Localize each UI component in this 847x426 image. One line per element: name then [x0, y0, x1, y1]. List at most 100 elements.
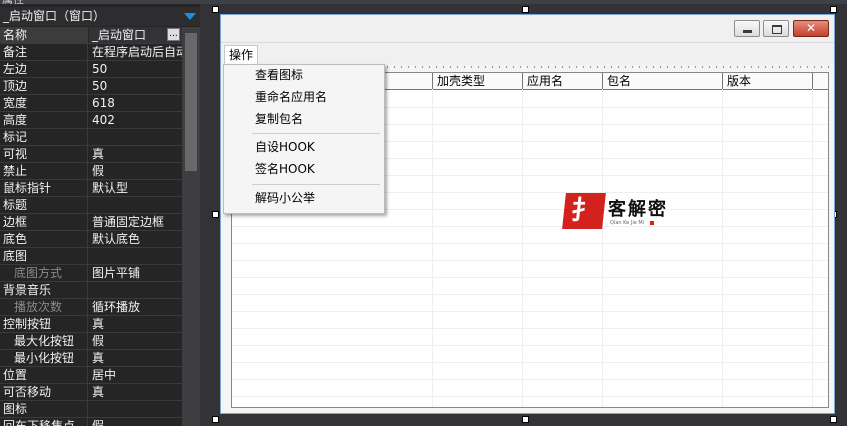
minimize-button[interactable]: [734, 20, 760, 37]
property-row[interactable]: 高度 402: [0, 112, 182, 129]
property-value[interactable]: 618: [89, 95, 182, 111]
watermark-seal-char: 扌: [569, 196, 599, 226]
property-value[interactable]: 假: [89, 163, 182, 179]
minimize-icon: [743, 30, 752, 33]
column-header-version[interactable]: 版本: [722, 73, 812, 89]
column-header-package-name[interactable]: 包名: [602, 73, 722, 89]
property-row[interactable]: 左边 50: [0, 61, 182, 78]
property-row[interactable]: 宽度 618: [0, 95, 182, 112]
property-value[interactable]: 50: [89, 78, 182, 94]
row-gridline: [232, 294, 828, 295]
menu-item-rename-app[interactable]: 重命名应用名: [255, 87, 327, 107]
resize-handle-sw[interactable]: [212, 416, 219, 423]
column-divider: [602, 89, 603, 407]
property-value[interactable]: 居中: [89, 367, 182, 383]
property-name: 宽度: [0, 95, 88, 111]
resize-handle-ne[interactable]: [830, 6, 837, 13]
property-row[interactable]: 最大化按钮假: [0, 333, 182, 350]
property-value[interactable]: [89, 129, 182, 145]
property-value[interactable]: 真: [89, 350, 182, 366]
property-row[interactable]: 位置 居中: [0, 367, 182, 384]
property-row[interactable]: 名称 _启动窗口...: [0, 27, 182, 44]
property-row[interactable]: 控制按钮真: [0, 316, 182, 333]
property-panel: 属性 _启动窗口（窗口） 名称_启动窗口...备注在程序启动后自动左边50顶边5…: [0, 0, 200, 426]
property-value[interactable]: [89, 401, 182, 417]
property-value[interactable]: 图片平铺: [89, 265, 182, 281]
property-value[interactable]: 402: [89, 112, 182, 128]
property-row[interactable]: 标题: [0, 197, 182, 214]
column-header-shell-type[interactable]: 加壳类型: [432, 73, 522, 89]
property-value[interactable]: 假: [89, 418, 182, 426]
property-row[interactable]: 可视真: [0, 146, 182, 163]
resize-handle-nw[interactable]: [212, 6, 219, 13]
property-row[interactable]: 背景音乐: [0, 282, 182, 299]
property-row[interactable]: 禁止假: [0, 163, 182, 180]
property-row[interactable]: 底图: [0, 248, 182, 265]
property-value[interactable]: [89, 197, 182, 213]
menu-separator: [252, 133, 380, 134]
property-row[interactable]: 最小化按钮真: [0, 350, 182, 367]
menu-separator: [252, 184, 380, 185]
watermark-dot: [650, 221, 654, 225]
property-value[interactable]: 真: [89, 316, 182, 332]
property-value[interactable]: 在程序启动后自动: [89, 44, 182, 60]
resize-handle-s[interactable]: [522, 416, 529, 423]
property-value[interactable]: [89, 248, 182, 264]
menu-item-decoder[interactable]: 解码小公举: [255, 188, 315, 208]
property-row[interactable]: 边框 普通固定边框: [0, 214, 182, 231]
property-value[interactable]: 默认型: [89, 180, 182, 196]
property-name: 底图: [0, 248, 88, 264]
property-value[interactable]: 真: [89, 384, 182, 400]
property-row[interactable]: 播放次数 循环播放: [0, 299, 182, 316]
property-value[interactable]: 50: [89, 61, 182, 77]
row-gridline: [232, 277, 828, 278]
property-name: 高度: [0, 112, 88, 128]
menu-bar: 操作: [221, 43, 834, 65]
resize-handle-se[interactable]: [830, 416, 837, 423]
menu-operations[interactable]: 操作: [224, 45, 259, 64]
property-row[interactable]: 标记: [0, 129, 182, 146]
ellipsis-button[interactable]: ...: [167, 28, 180, 41]
menu-item-custom-hook[interactable]: 自设HOOK: [255, 137, 315, 157]
property-name: 底图方式: [0, 265, 88, 281]
property-value[interactable]: 假: [89, 333, 182, 349]
row-gridline: [232, 328, 828, 329]
property-row[interactable]: 底色 默认底色: [0, 231, 182, 248]
watermark-logo: 扌 客解密 Qian Ke Jie Mi: [562, 193, 684, 233]
property-row[interactable]: 底图方式 图片平铺: [0, 265, 182, 282]
property-value[interactable]: [89, 282, 182, 298]
property-name: 可视: [0, 146, 88, 162]
property-row[interactable]: 回车下移焦点假: [0, 418, 182, 426]
property-name: 底色: [0, 231, 88, 247]
property-value[interactable]: 普通固定边框: [89, 214, 182, 230]
property-row[interactable]: 可否移动真: [0, 384, 182, 401]
property-name: 回车下移焦点: [0, 418, 88, 426]
menu-item-signature-hook[interactable]: 签名HOOK: [255, 159, 315, 179]
property-value[interactable]: 循环播放: [89, 299, 182, 315]
scrollbar-thumb[interactable]: [185, 33, 197, 171]
chevron-down-icon[interactable]: [184, 13, 196, 20]
column-header-extra[interactable]: [812, 73, 828, 89]
form-title-bar[interactable]: ✕: [221, 15, 834, 43]
property-value[interactable]: 真: [89, 146, 182, 162]
close-button[interactable]: ✕: [793, 20, 829, 37]
maximize-button[interactable]: [763, 20, 789, 37]
property-value[interactable]: 默认底色: [89, 231, 182, 247]
row-gridline: [232, 396, 828, 397]
property-row[interactable]: 顶边 50: [0, 78, 182, 95]
menu-item-view-icon[interactable]: 查看图标: [255, 65, 303, 85]
menu-item-copy-package[interactable]: 复制包名: [255, 109, 303, 129]
panel-title-bar: 属性: [0, 0, 200, 6]
property-row[interactable]: 图标: [0, 401, 182, 418]
property-row[interactable]: 鼠标指针 默认型: [0, 180, 182, 197]
property-name: 标记: [0, 129, 88, 145]
property-row[interactable]: 备注 在程序启动后自动: [0, 44, 182, 61]
resize-handle-n[interactable]: [522, 6, 529, 13]
property-scrollbar[interactable]: [182, 27, 200, 426]
property-name: 左边: [0, 61, 88, 77]
resize-handle-w[interactable]: [212, 211, 219, 218]
property-name: 最大化按钮: [0, 333, 88, 349]
object-selector[interactable]: _启动窗口（窗口）: [0, 7, 200, 26]
column-header-app-name[interactable]: 应用名: [522, 73, 602, 89]
row-gridline: [232, 226, 828, 227]
